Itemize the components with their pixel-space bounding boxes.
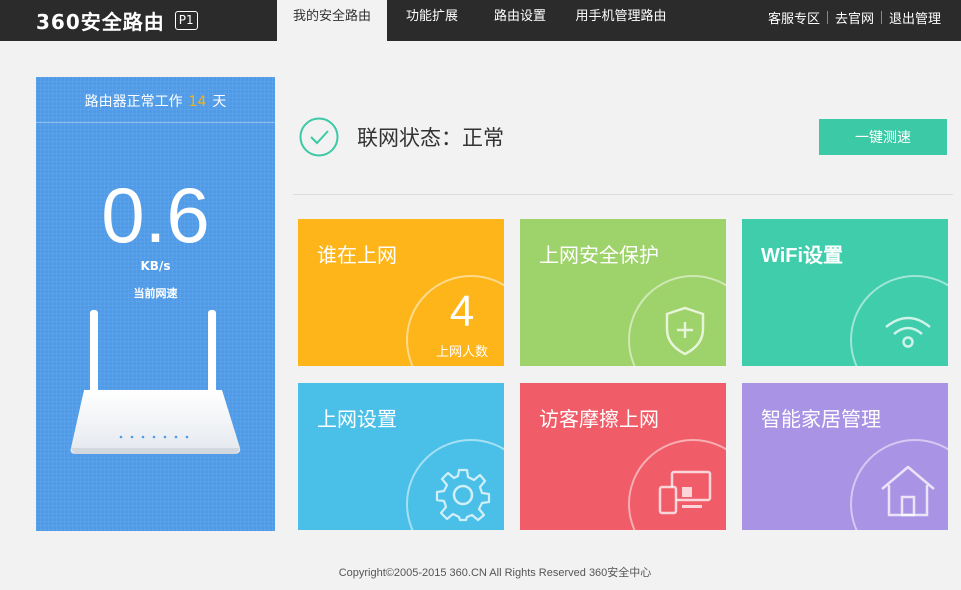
tab-mobile-manage[interactable]: 用手机管理路由 [563,0,679,41]
speed-test-button[interactable]: 一键测速 [819,119,947,155]
logo[interactable]: 360安全路由 P1 [36,8,198,34]
tile-smart-home[interactable]: 智能家居管理 [742,383,948,530]
router-status-panel: 路由器正常工作 14 天 0.6 KB/s 当前网速 [36,77,275,531]
tile-title: 访客摩擦上网 [539,407,659,431]
tile-title: WiFi设置 [761,245,844,267]
main-nav: 我的安全路由 功能扩展 路由设置 用手机管理路由 [277,0,679,41]
home-icon [881,465,935,517]
speed-label: 当前网速 [133,287,178,300]
top-bar: 360安全路由 P1 我的安全路由 功能扩展 路由设置 用手机管理路由 客服专区… [0,0,961,41]
online-count: 4 [449,287,475,336]
uptime-suffix: 天 [212,94,227,110]
tile-connected-devices[interactable]: 谁在上网 4 上网人数 [298,219,504,366]
support-link[interactable]: 客服专区 [761,8,827,27]
tile-internet-settings[interactable]: 上网设置 [298,383,504,530]
uptime-prefix: 路由器正常工作 [84,94,183,110]
logo-text: 360安全路由 [36,9,165,34]
tab-my-router[interactable]: 我的安全路由 [277,0,387,41]
router-illustration [70,310,241,454]
uptime-text: 路由器正常工作 14 天 [36,91,275,111]
tile-security-protection[interactable]: 上网安全保护 [520,219,726,366]
connection-status: 联网状态：正常 [357,126,504,150]
online-count-label: 上网人数 [435,345,488,360]
devices-icon [658,470,712,515]
official-site-link[interactable]: 去官网 [828,8,881,27]
tab-extensions[interactable]: 功能扩展 [387,0,477,41]
check-circle-icon [299,117,339,157]
divider [293,194,953,195]
wifi-icon [885,316,931,348]
tile-title: 上网设置 [317,407,397,431]
uptime-days: 14 [188,94,207,110]
tile-wifi-settings[interactable]: WiFi设置 [742,219,948,366]
logout-link[interactable]: 退出管理 [882,8,948,27]
model-badge: P1 [174,10,198,30]
tile-title: 上网安全保护 [539,243,659,267]
gear-icon [435,468,491,522]
shield-plus-icon [665,306,705,356]
footer-copyright: Copyright©2005-2015 360.CN All Rights Re… [338,567,652,579]
tab-router-settings[interactable]: 路由设置 [477,0,563,41]
current-speed-value: 0.6 [101,171,210,259]
speed-unit: KB/s [140,259,171,273]
tile-guest-network[interactable]: 访客摩擦上网 [520,383,726,530]
tile-title: 谁在上网 [317,243,397,267]
divider [36,122,275,123]
tile-title: 智能家居管理 [761,407,881,431]
top-links: 客服专区 去官网 退出管理 [761,0,948,41]
